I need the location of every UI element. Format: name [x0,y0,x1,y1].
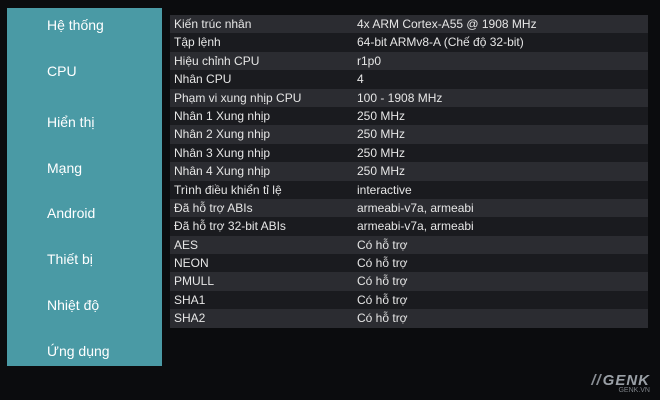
info-value: Có hỗ trợ [357,292,408,307]
info-row: Phạm vi xung nhịp CPU 100 - 1908 MHz [170,88,648,107]
info-key: Nhân 3 Xung nhịp [174,145,271,160]
info-row: Kiến trúc nhân 4x ARM Cortex-A55 @ 1908 M… [170,15,648,34]
info-key: Kiến trúc nhân [174,17,252,31]
genk-watermark: //GENK GENK.VN [591,372,650,394]
info-value: Có hỗ trợ [357,256,408,271]
info-value: 250 MHz [357,108,406,123]
info-key: SHA2 [174,311,206,326]
sidebar-item-apps[interactable]: Ứng dụng [47,343,110,359]
info-row: NEON Có hỗ trợ [170,254,648,273]
info-row: Nhân 4 Xung nhịp 250 MHz [170,162,648,181]
info-row: Đã hỗ trợ ABIs armeabi-v7a, armeabi [170,198,648,218]
sidebar-item-android[interactable]: Android [47,205,95,221]
info-row: Nhân 1 Xung nhịp 250 MHz [170,106,648,126]
info-row: Nhân CPU 4 [170,70,648,89]
info-value: 250 MHz [357,127,406,142]
sidebar-item-device[interactable]: Thiết bị [47,251,93,267]
info-key: PMULL [174,274,215,289]
info-value: 250 MHz [357,164,406,179]
info-key: Đã hỗ trợ 32-bit ABIs [174,219,286,234]
info-row: Tập lệnh 64-bit ARMv8-A (Chế độ 32-bit) [170,33,648,52]
info-key: Tập lệnh [174,35,221,50]
info-key: Nhân 2 Xung nhịp [174,127,271,142]
info-value: interactive [357,182,412,197]
info-row: PMULL Có hỗ trợ [170,272,648,291]
info-value: armeabi-v7a, armeabi [357,219,474,234]
info-key: Nhân 4 Xung nhịp [174,164,271,179]
info-key: Trình điều khiển tỉ lệ [174,182,282,197]
info-key: NEON [174,256,209,271]
info-row: Nhân 2 Xung nhịp 250 MHz [170,125,648,144]
info-key: Nhân CPU [174,72,232,87]
info-value: Có hỗ trợ [357,237,408,252]
info-key: Hiệu chỉnh CPU [174,53,260,68]
info-row: Đã hỗ trợ 32-bit ABIs armeabi-v7a, armeab… [170,217,648,236]
info-key: Nhân 1 Xung nhịp [174,108,271,123]
sidebar-item-system[interactable]: Hệ thống [47,17,104,33]
info-row: Trình điều khiển tỉ lệ interactive [170,180,648,199]
info-key: Đã hỗ trợ ABIs [174,200,253,215]
info-value: 100 - 1908 MHz [357,90,443,105]
info-row: Hiệu chỉnh CPU r1p0 [170,51,648,71]
info-value: 4x ARM Cortex-A55 @ 1908 MHz [357,17,537,31]
info-row: AES Có hỗ trợ [170,235,648,255]
info-key: SHA1 [174,292,206,307]
info-value: 4 [357,72,364,87]
sidebar-item-cpu[interactable]: CPU [47,63,77,79]
info-value: Có hỗ trợ [357,274,408,289]
cpu-info-table: Kiến trúc nhân 4x ARM Cortex-A55 @ 1908 M… [170,15,648,328]
info-row: SHA2 Có hỗ trợ [170,309,648,328]
info-value: r1p0 [357,53,382,68]
info-value: Có hỗ trợ [357,311,408,326]
sidebar-item-display[interactable]: Hiển thị [47,114,94,130]
slash-mark-icon: // [591,372,602,389]
sidebar-item-network[interactable]: Mạng [47,160,82,176]
info-row: SHA1 Có hỗ trợ [170,290,648,310]
sidebar-item-temperature[interactable]: Nhiệt độ [47,297,99,313]
info-key: AES [174,237,199,252]
info-value: 250 MHz [357,145,406,160]
info-row: Nhân 3 Xung nhịp 250 MHz [170,143,648,163]
info-key: Phạm vi xung nhịp CPU [174,90,302,105]
info-value: armeabi-v7a, armeabi [357,200,474,215]
category-sidebar: Hệ thống CPU Hiển thị Mạng Android Thiết… [7,8,162,366]
info-value: 64-bit ARMv8-A (Chế độ 32-bit) [357,35,524,50]
